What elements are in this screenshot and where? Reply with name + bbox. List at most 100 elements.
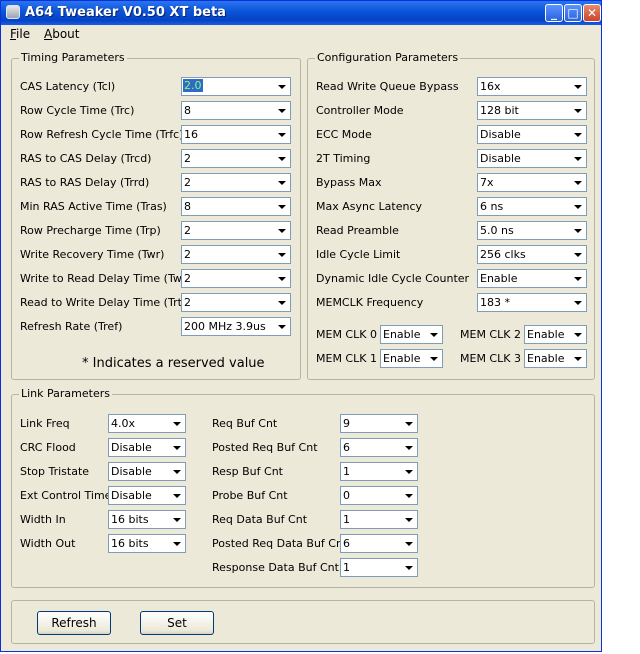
select-ecc-mode-value: Disable bbox=[480, 128, 521, 141]
chevron-down-icon[interactable] bbox=[570, 223, 585, 238]
select-ecc-mode[interactable]: Disable bbox=[477, 125, 587, 144]
select-response-data-buf-cnt[interactable]: 1 bbox=[340, 558, 418, 577]
select-write-recovery-time-twr[interactable]: 2 bbox=[181, 245, 291, 264]
chevron-down-icon[interactable] bbox=[274, 223, 289, 238]
chevron-down-icon[interactable] bbox=[401, 560, 416, 575]
select-cas-latency-tcl[interactable]: 2.0 bbox=[181, 77, 291, 96]
chevron-down-icon[interactable] bbox=[401, 536, 416, 551]
select-req-data-buf-cnt-value: 1 bbox=[343, 513, 350, 526]
select-dynamic-idle-cycle-counter[interactable]: Enable bbox=[477, 269, 587, 288]
label-mem-clk-3: MEM CLK 3 bbox=[460, 352, 521, 365]
chevron-down-icon[interactable] bbox=[401, 488, 416, 503]
chevron-down-icon[interactable] bbox=[401, 512, 416, 527]
select-width-in[interactable]: 16 bits bbox=[108, 510, 186, 529]
chevron-down-icon[interactable] bbox=[274, 319, 289, 334]
chevron-down-icon[interactable] bbox=[169, 464, 184, 479]
select-row-refresh-cycle-time-trfc[interactable]: 16 bbox=[181, 125, 291, 144]
select-controller-mode-value: 128 bit bbox=[480, 104, 519, 117]
chevron-down-icon[interactable] bbox=[426, 327, 441, 342]
config-panel: Configuration Parameters Read Write Queu… bbox=[307, 51, 595, 380]
select-read-write-queue-bypass[interactable]: 16x bbox=[477, 77, 587, 96]
chevron-down-icon[interactable] bbox=[274, 271, 289, 286]
chevron-down-icon[interactable] bbox=[570, 295, 585, 310]
select-posted-req-data-buf-cnt[interactable]: 6 bbox=[340, 534, 418, 553]
select-min-ras-active-time-tras[interactable]: 8 bbox=[181, 197, 291, 216]
select-link-freq[interactable]: 4.0x bbox=[108, 414, 186, 433]
select-row-cycle-time-trc[interactable]: 8 bbox=[181, 101, 291, 120]
select-mem-clk-1[interactable]: Enable bbox=[380, 349, 443, 368]
select-mem-clk-3[interactable]: Enable bbox=[524, 349, 587, 368]
label-response-data-buf-cnt: Response Data Buf Cnt bbox=[212, 561, 339, 574]
select-crc-flood[interactable]: Disable bbox=[108, 438, 186, 457]
select-idle-cycle-limit[interactable]: 256 clks bbox=[477, 245, 587, 264]
chevron-down-icon[interactable] bbox=[570, 127, 585, 142]
chevron-down-icon[interactable] bbox=[274, 151, 289, 166]
chevron-down-icon[interactable] bbox=[570, 199, 585, 214]
chevron-down-icon[interactable] bbox=[401, 416, 416, 431]
minimize-button[interactable]: _ bbox=[545, 4, 563, 22]
select-mem-clk-2[interactable]: Enable bbox=[524, 325, 587, 344]
set-button[interactable]: Set bbox=[140, 611, 214, 635]
chevron-down-icon[interactable] bbox=[401, 464, 416, 479]
select-read-to-write-delay-time-trtw[interactable]: 2 bbox=[181, 293, 291, 312]
label-min-ras-active-time-tras: Min RAS Active Time (Tras) bbox=[20, 200, 167, 213]
chevron-down-icon[interactable] bbox=[570, 327, 585, 342]
chevron-down-icon[interactable] bbox=[570, 247, 585, 262]
chevron-down-icon[interactable] bbox=[274, 103, 289, 118]
select-probe-buf-cnt[interactable]: 0 bbox=[340, 486, 418, 505]
select-stop-tristate[interactable]: Disable bbox=[108, 462, 186, 481]
select-req-data-buf-cnt[interactable]: 1 bbox=[340, 510, 418, 529]
chevron-down-icon[interactable] bbox=[274, 199, 289, 214]
select-row-precharge-time-trp[interactable]: 2 bbox=[181, 221, 291, 240]
label-cas-latency-tcl: CAS Latency (Tcl) bbox=[20, 80, 116, 93]
select-mem-clk-0[interactable]: Enable bbox=[380, 325, 443, 344]
chevron-down-icon[interactable] bbox=[274, 247, 289, 262]
chevron-down-icon[interactable] bbox=[169, 512, 184, 527]
select-resp-buf-cnt[interactable]: 1 bbox=[340, 462, 418, 481]
chevron-down-icon[interactable] bbox=[570, 175, 585, 190]
label-max-async-latency: Max Async Latency bbox=[316, 200, 422, 213]
select-refresh-rate-tref-value: 200 MHz 3.9us bbox=[184, 320, 266, 333]
select-refresh-rate-tref[interactable]: 200 MHz 3.9us bbox=[181, 317, 291, 336]
chevron-down-icon[interactable] bbox=[274, 175, 289, 190]
chevron-down-icon[interactable] bbox=[570, 103, 585, 118]
select-ras-to-ras-delay-trrd[interactable]: 2 bbox=[181, 173, 291, 192]
select-memclk-frequency[interactable]: 183 * bbox=[477, 293, 587, 312]
chevron-down-icon[interactable] bbox=[169, 488, 184, 503]
menu-bar: File About bbox=[1, 25, 601, 44]
chevron-down-icon[interactable] bbox=[570, 79, 585, 94]
select-max-async-latency[interactable]: 6 ns bbox=[477, 197, 587, 216]
menu-about[interactable]: About bbox=[44, 27, 80, 41]
select-2t-timing[interactable]: Disable bbox=[477, 149, 587, 168]
chevron-down-icon[interactable] bbox=[570, 151, 585, 166]
label-ext-control-time: Ext Control Time bbox=[20, 489, 112, 502]
chevron-down-icon[interactable] bbox=[401, 440, 416, 455]
select-bypass-max[interactable]: 7x bbox=[477, 173, 587, 192]
select-read-preamble[interactable]: 5.0 ns bbox=[477, 221, 587, 240]
chevron-down-icon[interactable] bbox=[274, 295, 289, 310]
close-button[interactable]: ✕ bbox=[583, 4, 601, 22]
select-req-buf-cnt[interactable]: 9 bbox=[340, 414, 418, 433]
select-ext-control-time[interactable]: Disable bbox=[108, 486, 186, 505]
chevron-down-icon[interactable] bbox=[169, 536, 184, 551]
chevron-down-icon[interactable] bbox=[570, 351, 585, 366]
select-width-out[interactable]: 16 bits bbox=[108, 534, 186, 553]
menu-file[interactable]: File bbox=[10, 27, 30, 41]
select-ras-to-cas-delay-trcd[interactable]: 2 bbox=[181, 149, 291, 168]
chevron-down-icon[interactable] bbox=[570, 271, 585, 286]
label-row-refresh-cycle-time-trfc: Row Refresh Cycle Time (Trfc) bbox=[20, 128, 184, 141]
select-row-cycle-time-trc-value: 8 bbox=[184, 104, 191, 117]
label-ras-to-ras-delay-trrd: RAS to RAS Delay (Trrd) bbox=[20, 176, 150, 189]
refresh-button[interactable]: Refresh bbox=[37, 611, 111, 635]
select-posted-req-buf-cnt[interactable]: 6 bbox=[340, 438, 418, 457]
chevron-down-icon[interactable] bbox=[169, 440, 184, 455]
chevron-down-icon[interactable] bbox=[426, 351, 441, 366]
maximize-button[interactable]: □ bbox=[564, 4, 582, 22]
chevron-down-icon[interactable] bbox=[274, 127, 289, 142]
select-stop-tristate-value: Disable bbox=[111, 465, 152, 478]
chevron-down-icon[interactable] bbox=[169, 416, 184, 431]
chevron-down-icon[interactable] bbox=[274, 79, 289, 94]
title-bar[interactable]: A64 Tweaker V0.50 XT beta _ □ ✕ bbox=[1, 1, 601, 25]
select-controller-mode[interactable]: 128 bit bbox=[477, 101, 587, 120]
select-write-to-read-delay-time-twtr[interactable]: 2 bbox=[181, 269, 291, 288]
